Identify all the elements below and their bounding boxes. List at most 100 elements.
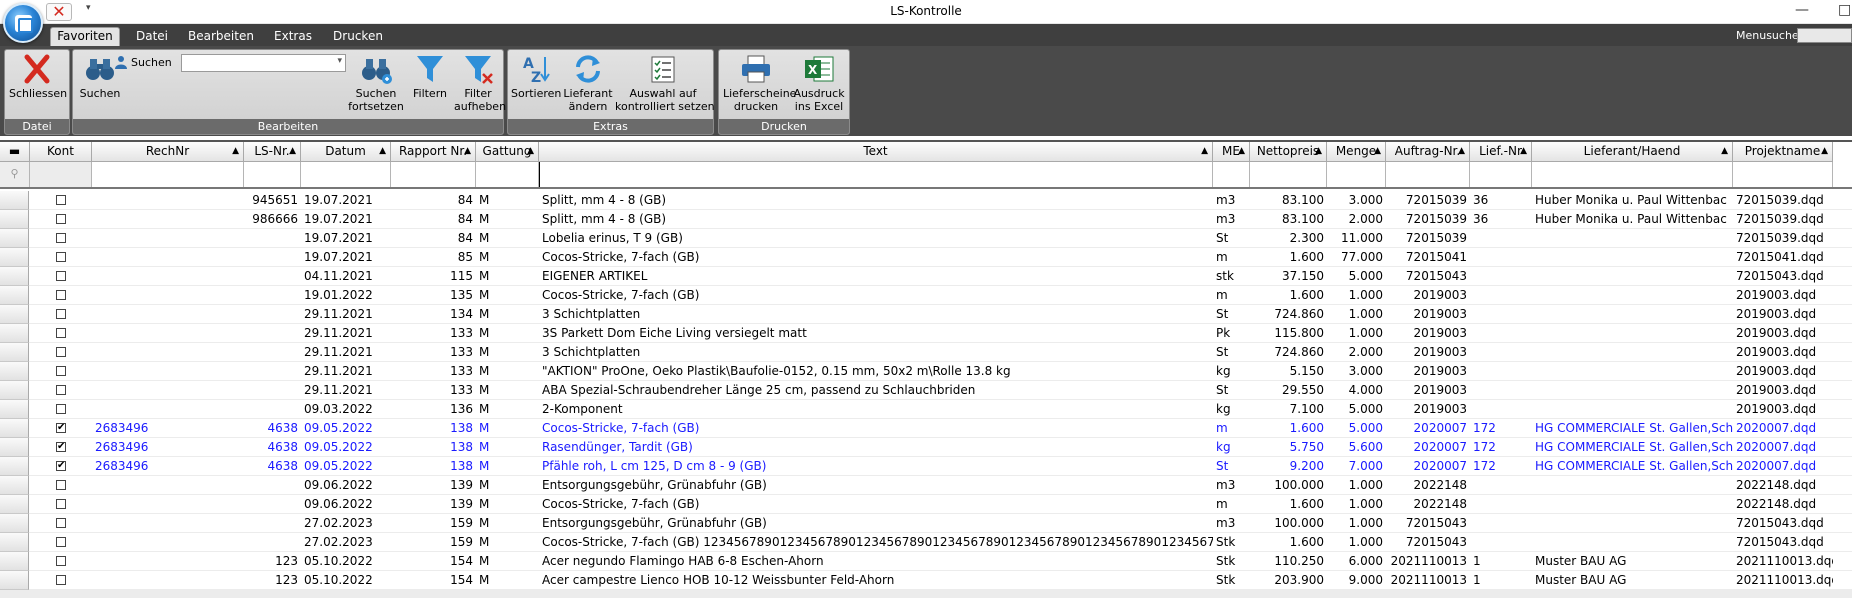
kont-checkbox[interactable] <box>56 252 66 262</box>
kont-checkbox[interactable] <box>56 537 66 547</box>
filter-kont[interactable] <box>30 162 92 187</box>
filter-rapport[interactable] <box>391 162 476 187</box>
header-selector[interactable]: ▬ <box>0 142 30 162</box>
header-lieferant[interactable]: Lieferant/Haend ▲ <box>1532 142 1733 162</box>
table-row[interactable]: 09.06.2022 139 M Cocos-Stricke, 7-fach (GB)… <box>0 495 1852 514</box>
row-selector[interactable] <box>0 305 29 324</box>
table-row[interactable]: 123 05.10.2022 154 M Acer negundo Flamingo H… <box>0 552 1852 571</box>
row-selector[interactable] <box>0 267 29 286</box>
filter-datum[interactable] <box>301 162 391 187</box>
auswahl-kontrolliert-button[interactable]: Auswahl auf kontrolliert setzen <box>615 54 715 113</box>
tab-datei[interactable]: Datei <box>130 28 174 46</box>
header-me[interactable]: ME ▲ <box>1213 142 1250 162</box>
application-menu-button[interactable] <box>3 3 43 43</box>
header-text[interactable]: Text ▲ <box>539 142 1213 162</box>
row-selector[interactable] <box>0 457 29 476</box>
filter-menge[interactable] <box>1327 162 1386 187</box>
table-row[interactable]: 29.11.2021 134 M 3 Schichtplatten St 724.860 1… <box>0 305 1852 324</box>
header-auftrag[interactable]: Auftrag-Nr. ▲ <box>1386 142 1470 162</box>
row-selector[interactable] <box>0 362 29 381</box>
quick-access-close-button[interactable]: ✕ <box>46 3 72 21</box>
filter-liefnr[interactable] <box>1470 162 1532 187</box>
table-row[interactable]: 29.11.2021 133 M ABA Spezial-Schraubendrehe… <box>0 381 1852 400</box>
row-selector[interactable] <box>0 229 29 248</box>
schliessen-button[interactable]: Schliessen <box>9 54 67 100</box>
table-row[interactable]: 2683496 4638 09.05.2022 138 M Pfähle roh, L c… <box>0 457 1852 476</box>
row-selector[interactable] <box>0 324 29 343</box>
row-selector[interactable] <box>0 191 29 210</box>
lieferscheine-drucken-button[interactable]: Lieferscheine drucken <box>723 54 796 113</box>
row-selector[interactable] <box>0 476 29 495</box>
row-selector[interactable] <box>0 571 29 590</box>
filter-lsnr[interactable] <box>244 162 301 187</box>
row-selector[interactable] <box>0 514 29 533</box>
row-selector[interactable] <box>0 552 29 571</box>
header-datum[interactable]: Datum ▲ <box>301 142 391 162</box>
row-selector[interactable] <box>0 343 29 362</box>
kont-checkbox[interactable] <box>56 423 66 433</box>
row-selector[interactable] <box>0 533 29 552</box>
kont-checkbox[interactable] <box>56 366 66 376</box>
kont-checkbox[interactable] <box>56 442 66 452</box>
ausdruck-excel-button[interactable]: X Ausdruck ins Excel <box>791 54 847 113</box>
kont-checkbox[interactable] <box>56 518 66 528</box>
kont-checkbox[interactable] <box>56 480 66 490</box>
row-selector[interactable] <box>0 495 29 514</box>
header-liefnr[interactable]: Lief.-Nr ▲ <box>1470 142 1532 162</box>
filter-rechnr[interactable] <box>92 162 244 187</box>
table-row[interactable]: 123 05.10.2022 154 M Acer campestre Lienco H… <box>0 571 1852 590</box>
filter-aufheben-button[interactable]: Filter aufheben <box>454 54 506 113</box>
table-row[interactable]: 19.07.2021 84 M Lobelia erinus, T 9 (GB) St 2… <box>0 229 1852 248</box>
kont-checkbox[interactable] <box>56 556 66 566</box>
tab-favoriten[interactable]: Favoriten <box>50 27 120 46</box>
table-row[interactable]: 04.11.2021 115 M EIGENER ARTIKEL stk 37.150 5.… <box>0 267 1852 286</box>
kont-checkbox[interactable] <box>56 347 66 357</box>
lieferant-aendern-button[interactable]: Lieferant ändern <box>563 54 613 113</box>
filtern-button[interactable]: Filtern <box>408 54 452 100</box>
kont-checkbox[interactable] <box>56 575 66 585</box>
filter-lieferant[interactable] <box>1532 162 1733 187</box>
header-rapport[interactable]: Rapport Nr. ▲ <box>391 142 476 162</box>
quick-access-dropdown-icon[interactable]: ▾ <box>86 3 91 13</box>
maximize-button[interactable]: □ <box>1838 2 1851 18</box>
kont-checkbox[interactable] <box>56 214 66 224</box>
table-row[interactable]: 29.11.2021 133 M 3S Parkett Dom Eiche Livin… <box>0 324 1852 343</box>
header-gattung[interactable]: Gattung ▲ <box>476 142 539 162</box>
kont-checkbox[interactable] <box>56 271 66 281</box>
table-row[interactable]: 27.02.2023 159 M Entsorgungsgebühr, Grünabf… <box>0 514 1852 533</box>
kont-checkbox[interactable] <box>56 461 66 471</box>
minimize-button[interactable]: — <box>1795 2 1809 18</box>
table-row[interactable]: 2683496 4638 09.05.2022 138 M Rasendünger, Ta… <box>0 438 1852 457</box>
table-row[interactable]: 2683496 4638 09.05.2022 138 M Cocos-Stricke, … <box>0 419 1852 438</box>
table-row[interactable]: 09.06.2022 139 M Entsorgungsgebühr, Grünabf… <box>0 476 1852 495</box>
filter-auftrag[interactable] <box>1386 162 1470 187</box>
chevron-down-icon[interactable]: ▾ <box>337 56 342 66</box>
header-lsnr[interactable]: LS-Nr. ▲ <box>244 142 301 162</box>
filter-icon[interactable]: ⚲ <box>0 162 30 187</box>
row-selector[interactable] <box>0 286 29 305</box>
tab-bearbeiten[interactable]: Bearbeiten <box>186 28 256 46</box>
filter-text[interactable] <box>539 162 1213 187</box>
filter-projektname[interactable] <box>1733 162 1833 187</box>
table-row[interactable]: 29.11.2021 133 M 3 Schichtplatten St 724.860 2… <box>0 343 1852 362</box>
filter-gattung[interactable] <box>476 162 539 187</box>
tab-drucken[interactable]: Drucken <box>330 28 386 46</box>
header-menge[interactable]: Menge ▲ <box>1327 142 1386 162</box>
table-row[interactable]: 19.07.2021 85 M Cocos-Stricke, 7-fach (GB) m… <box>0 248 1852 267</box>
filter-nettopreis[interactable] <box>1250 162 1327 187</box>
table-row[interactable]: 986666 19.07.2021 84 M Splitt, mm 4 - 8 (GB)… <box>0 210 1852 229</box>
menusuche-input[interactable] <box>1797 28 1852 43</box>
header-nettopreis[interactable]: Nettopreis ▲ <box>1250 142 1327 162</box>
kont-checkbox[interactable] <box>56 499 66 509</box>
search-combobox[interactable]: ▾ <box>181 54 346 72</box>
row-selector[interactable] <box>0 381 29 400</box>
kont-checkbox[interactable] <box>56 385 66 395</box>
kont-checkbox[interactable] <box>56 233 66 243</box>
kont-checkbox[interactable] <box>56 328 66 338</box>
table-row[interactable]: 09.03.2022 136 M 2-Komponent kg 7.100 5.000 201… <box>0 400 1852 419</box>
row-selector[interactable] <box>0 210 29 229</box>
header-rechnr[interactable]: RechNr ▲ <box>92 142 244 162</box>
filter-me[interactable] <box>1213 162 1250 187</box>
table-row[interactable]: 29.11.2021 133 M "AKTION" ProOne, Oeko Plas… <box>0 362 1852 381</box>
header-projektname[interactable]: Projektname ▲ <box>1733 142 1833 162</box>
